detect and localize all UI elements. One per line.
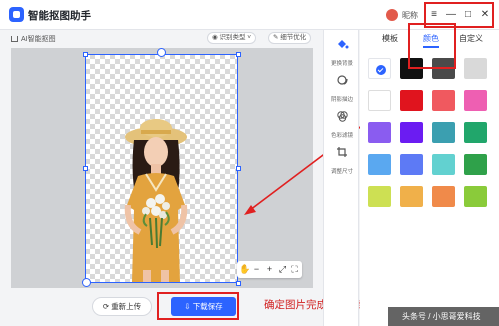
color-swatch[interactable] [368, 90, 391, 111]
check-icon [376, 65, 386, 75]
paint-bucket-icon [337, 40, 348, 49]
refresh-icon: ⟳ [102, 302, 112, 311]
reupload-button[interactable]: ⟳ 重新上传 [92, 297, 152, 316]
selection-frame[interactable] [85, 54, 238, 283]
download-save-button[interactable]: ⇩ 下载保存 [171, 297, 236, 316]
resize-handle-right[interactable] [236, 166, 241, 171]
tool-color-filter[interactable]: 色彩滤镜 [324, 110, 360, 142]
color-swatch[interactable] [368, 154, 391, 175]
color-swatch[interactable] [368, 122, 391, 143]
tool-label: 阴影描边 [330, 97, 353, 103]
color-swatch[interactable] [464, 90, 487, 111]
color-swatch[interactable] [400, 90, 423, 111]
color-swatch[interactable] [432, 186, 455, 207]
color-swatch[interactable] [368, 186, 391, 207]
download-icon: ⇩ [184, 302, 193, 311]
resize-handle-bottom-right[interactable] [236, 281, 241, 286]
tab-template[interactable]: 模板 [382, 33, 398, 44]
fullscreen-icon[interactable]: ⛶ [289, 264, 300, 275]
hand-icon[interactable]: ✋ [239, 264, 250, 275]
app-window: 智能抠图助手 昵称 ≡ — □ ✕ AI智能抠图 ◉ 识别类型 ˅ ✎ 细节优化 [0, 0, 499, 326]
shadow-icon [336, 75, 348, 85]
color-swatch[interactable] [464, 122, 487, 143]
download-label: 下载保存 [192, 302, 223, 311]
color-swatch[interactable] [464, 186, 487, 207]
tool-shadow-stroke[interactable]: 阴影描边 [324, 74, 360, 106]
color-swatch[interactable] [464, 58, 487, 79]
rotate-corner-handle[interactable] [82, 278, 91, 287]
swatch-none-selected[interactable] [368, 58, 391, 79]
crop-icon [336, 147, 347, 157]
color-tab-highlight [408, 23, 456, 69]
resize-handle-top-left[interactable] [83, 52, 88, 57]
color-swatch[interactable] [432, 122, 455, 143]
color-panel: 模板 颜色 自定义 [360, 30, 499, 326]
color-swatch[interactable] [432, 90, 455, 111]
tool-column: 更换背景 阴影描边 色彩滤镜 调整尺寸 [323, 30, 359, 326]
color-swatch[interactable] [400, 154, 423, 175]
resize-handle-left[interactable] [83, 166, 88, 171]
tool-resize[interactable]: 调整尺寸 [324, 146, 360, 178]
color-swatch[interactable] [400, 186, 423, 207]
tool-label: 色彩滤镜 [330, 133, 353, 139]
tab-custom[interactable]: 自定义 [459, 33, 483, 44]
watermark: 头条号 / 小思哥爱科技 [388, 307, 499, 326]
zoom-in-icon[interactable]: + [264, 264, 275, 275]
color-swatch[interactable] [432, 154, 455, 175]
tool-change-background[interactable]: 更换背景 [324, 38, 360, 70]
color-swatch[interactable] [400, 122, 423, 143]
zoom-toolbar: ✋ − + ⤢ ⛶ [237, 261, 302, 278]
zoom-out-icon[interactable]: − [251, 264, 262, 275]
tool-label: 更换背景 [330, 61, 353, 67]
filter-icon [336, 111, 348, 122]
rotate-handle[interactable] [157, 48, 166, 57]
tool-label: 调整尺寸 [330, 169, 353, 175]
fit-screen-icon[interactable]: ⤢ [277, 264, 288, 275]
color-swatch[interactable] [464, 154, 487, 175]
reupload-label: 重新上传 [111, 302, 142, 311]
resize-handle-top-right[interactable] [236, 52, 241, 57]
